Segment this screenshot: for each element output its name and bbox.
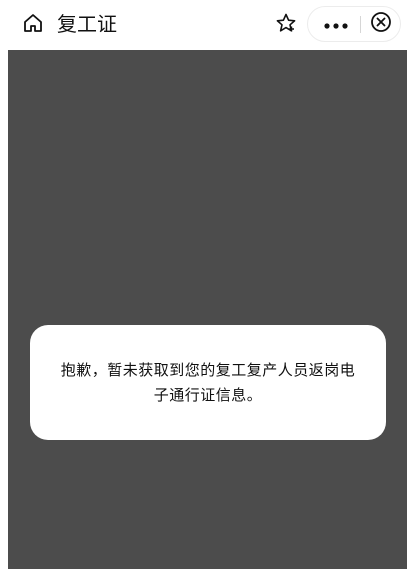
mini-program-page: 复工证 抱歉，暂未获取到您的复工复产人员返岗电子通行证信息。 [0,0,415,569]
home-button[interactable] [19,11,47,39]
close-circle-icon [370,11,392,37]
favorite-button[interactable] [270,9,302,41]
message-dialog: 抱歉，暂未获取到您的复工复产人员返岗电子通行证信息。 [30,325,386,440]
home-icon [22,12,44,38]
more-button[interactable] [317,7,355,41]
capsule-divider [360,16,361,33]
dialog-message: 抱歉，暂未获取到您的复工复产人员返岗电子通行证信息。 [60,360,356,404]
capsule-menu [307,6,401,42]
more-dots-icon [323,15,349,34]
page-title: 复工证 [57,12,117,36]
star-icon [275,12,297,38]
content-overlay [8,50,407,569]
close-button[interactable] [364,7,398,41]
navigation-bar: 复工证 [0,0,415,50]
